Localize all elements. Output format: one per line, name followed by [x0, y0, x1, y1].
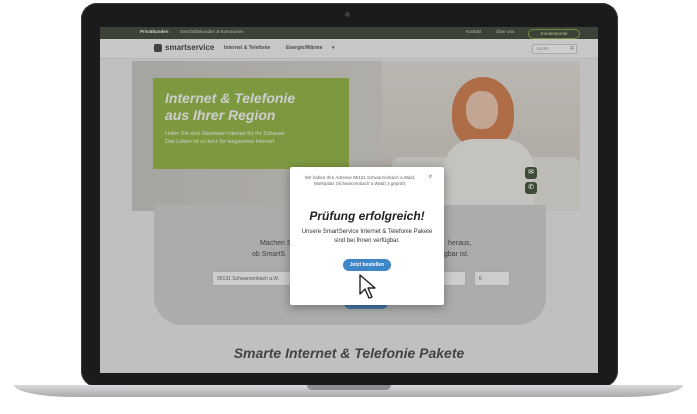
- camera-icon: [345, 12, 350, 17]
- screen: Privatkunden Geschäftskunden & Kommunen …: [100, 27, 598, 373]
- laptop-notch: [307, 385, 391, 390]
- cursor-icon: [359, 274, 376, 299]
- chat-icon[interactable]: ✉: [525, 167, 537, 179]
- order-now-button[interactable]: Jetzt bestellen: [343, 259, 391, 271]
- modal-body-text: Unsere SmartService Internet & Telefonie…: [301, 229, 433, 244]
- modal-info-text: Wir haben Ihre Adresse 95131 Schwarzenba…: [304, 175, 416, 186]
- phone-icon[interactable]: ✆: [525, 182, 537, 194]
- modal-title: Prüfung erfolgreich!: [309, 209, 425, 223]
- close-icon[interactable]: ×: [428, 173, 433, 181]
